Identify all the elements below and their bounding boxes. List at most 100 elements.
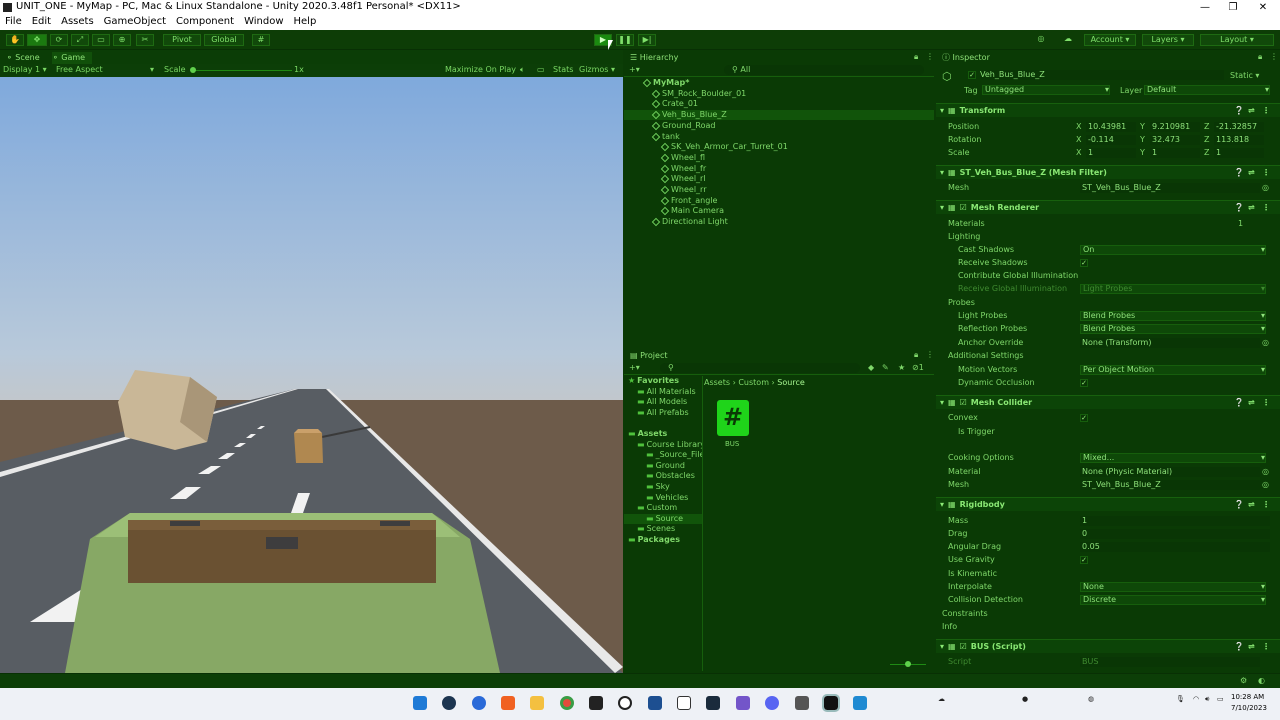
custom-tool-icon[interactable]: ✂ xyxy=(136,34,154,46)
menu-gameobject[interactable]: GameObject xyxy=(99,15,171,27)
gizmos-dropdown[interactable]: Gizmos ▾ xyxy=(579,65,615,74)
component-menu-icon[interactable]: ⋮ xyxy=(1262,396,1270,410)
help-icon[interactable]: ❔ xyxy=(1234,396,1244,410)
tab-scene[interactable]: ⚬ Scene xyxy=(6,52,44,64)
display-dropdown[interactable]: Display 1 ▾ xyxy=(3,65,47,74)
component-enabled-checkbox[interactable]: ☑ xyxy=(960,642,967,651)
project-folder-row[interactable]: ▬ All Materials xyxy=(624,387,702,397)
layer-dropdown[interactable]: Default ▾ xyxy=(1144,85,1270,95)
presets-icon[interactable]: ⇌ xyxy=(1248,396,1255,410)
tab-hierarchy[interactable]: ☰ Hierarchy xyxy=(630,52,678,64)
checkbox[interactable]: ✓ xyxy=(1080,259,1088,267)
value-dropdown[interactable]: Discrete ▾ xyxy=(1080,595,1266,605)
hierarchy-row[interactable]: Veh_Bus_Blue_Z xyxy=(624,110,934,121)
project-folder-row[interactable]: ▬ Sky xyxy=(624,482,702,492)
inspector-lock-icon[interactable]: 🔒︎ xyxy=(1258,52,1262,62)
maximize-button[interactable]: ❐ xyxy=(1218,0,1248,15)
value-dropdown[interactable]: Blend Probes ▾ xyxy=(1080,311,1266,321)
collab-icon[interactable]: ◎ xyxy=(1032,34,1050,46)
help-icon[interactable]: ❔ xyxy=(1234,104,1244,118)
project-folder-row[interactable]: ▬ Packages xyxy=(624,535,702,545)
help-icon[interactable]: ❔ xyxy=(1234,498,1244,512)
hierarchy-row[interactable]: SK_Veh_Armor_Car_Turret_01 xyxy=(624,142,934,152)
battery-icon[interactable]: ▭ xyxy=(1217,695,1227,705)
tab-game[interactable]: ⚬ Game xyxy=(52,52,92,64)
file-explorer-icon[interactable] xyxy=(530,696,544,710)
hierarchy-row[interactable]: Main Camera xyxy=(624,206,934,216)
pause-button[interactable]: ❚❚ xyxy=(616,34,634,46)
script-asset-name[interactable]: BUS xyxy=(725,440,739,448)
aspect-dropdown[interactable]: Free Aspect ▾ xyxy=(56,65,156,74)
menu-help[interactable]: Help xyxy=(289,15,322,27)
vscode-icon[interactable] xyxy=(853,696,867,710)
project-folder-row[interactable]: ▬_Source_Files xyxy=(624,450,702,460)
hierarchy-row[interactable]: Ground_Road xyxy=(624,121,934,131)
project-folder-row[interactable]: ▬ All Models xyxy=(624,397,702,407)
hand-tool-icon[interactable]: ✋ xyxy=(6,34,24,46)
unity-editor-icon[interactable] xyxy=(822,694,840,712)
value-dropdown[interactable]: Blend Probes ▾ xyxy=(1080,324,1266,334)
object-field[interactable]: ST_Veh_Bus_Blue_Z xyxy=(1080,480,1260,490)
foldout-arrow-icon[interactable]: ▾ xyxy=(940,168,944,177)
scale-tool-icon[interactable]: ⤢ xyxy=(71,34,89,46)
project-lock-icon[interactable]: 🔒︎ xyxy=(914,350,918,360)
tab-project[interactable]: ▤ Project xyxy=(630,350,667,362)
breadcrumb-custom[interactable]: Custom xyxy=(738,378,769,387)
rotate-tool-icon[interactable]: ⟳ xyxy=(50,34,68,46)
hierarchy-row[interactable]: SM_Rock_Boulder_01 xyxy=(624,89,934,99)
hierarchy-row[interactable]: Directional Light xyxy=(624,217,934,227)
checkbox[interactable]: ✓ xyxy=(1080,414,1088,422)
snap-grid-icon[interactable]: # xyxy=(252,34,270,46)
component-menu-icon[interactable]: ⋮ xyxy=(1262,498,1270,512)
layout-dropdown[interactable]: Layout ▾ xyxy=(1200,34,1274,46)
filter-label-icon[interactable]: ✎ xyxy=(882,363,889,372)
hierarchy-row[interactable]: Front_angle xyxy=(624,196,934,206)
layers-dropdown[interactable]: Layers ▾ xyxy=(1142,34,1194,46)
component-header[interactable]: ▾ ▦ ☑ Mesh Collider ❔ ⇌ ⋮ xyxy=(936,395,1280,409)
brave-icon[interactable] xyxy=(501,696,515,710)
value-dropdown[interactable]: None ▾ xyxy=(1080,582,1266,592)
volume-icon[interactable]: 🔊︎ xyxy=(1205,695,1215,705)
favorite-icon[interactable]: ★ xyxy=(898,363,905,372)
value-field[interactable]: 0.05 xyxy=(1080,542,1270,552)
script-asset-icon[interactable]: # xyxy=(717,400,749,436)
project-folder-row[interactable]: ▬ All Prefabs xyxy=(624,408,702,418)
transform-tool-icon[interactable]: ⊕ xyxy=(113,34,131,46)
mute-audio-icon[interactable]: 🔈︎ xyxy=(520,65,525,75)
clock-time[interactable]: 10:28 AM xyxy=(1231,693,1264,701)
bug-icon[interactable]: ⚙ xyxy=(1240,676,1247,685)
object-picker-icon[interactable]: ◎ xyxy=(1262,466,1269,478)
project-menu-icon[interactable]: ⋮ xyxy=(926,350,934,359)
monitor-icon[interactable]: ▭ xyxy=(537,65,545,74)
epic-games-icon[interactable] xyxy=(589,696,603,710)
stats-toggle[interactable]: Stats xyxy=(553,65,573,74)
photos-icon[interactable] xyxy=(648,696,662,710)
lock-icon[interactable]: 🔒︎ xyxy=(914,52,918,62)
inspector-menu-icon[interactable]: ⋮ xyxy=(1270,52,1278,61)
value-field[interactable]: 0 xyxy=(1080,529,1270,539)
presets-icon[interactable]: ⇌ xyxy=(1248,104,1255,118)
breadcrumb-source[interactable]: Source xyxy=(777,378,804,387)
tray-cloud-icon[interactable]: ☁ xyxy=(938,695,948,705)
game-viewport[interactable] xyxy=(0,77,623,673)
cloud-icon[interactable]: ☁ xyxy=(1058,34,1078,46)
active-checkbox[interactable]: ✓ xyxy=(968,71,976,79)
project-create-button[interactable]: +▾ xyxy=(629,363,640,372)
menu-file[interactable]: File xyxy=(0,15,27,27)
notion-icon[interactable] xyxy=(677,696,691,710)
vector-field-z[interactable]: -21.32857 xyxy=(1214,122,1264,132)
project-folder-row[interactable]: ▬ Obstacles xyxy=(624,471,702,481)
app-icon[interactable] xyxy=(736,696,750,710)
scale-slider-thumb[interactable] xyxy=(190,67,196,73)
menu-edit[interactable]: Edit xyxy=(27,15,56,27)
tab-inspector[interactable]: ⓘ Inspector xyxy=(942,52,990,64)
vector-field-y[interactable]: 1 xyxy=(1150,148,1200,158)
presets-icon[interactable]: ⇌ xyxy=(1248,640,1255,654)
hierarchy-row[interactable]: Wheel_rl xyxy=(624,174,934,184)
menu-window[interactable]: Window xyxy=(239,15,288,27)
object-picker-icon[interactable]: ◎ xyxy=(1262,182,1269,194)
chrome-icon[interactable] xyxy=(560,696,574,710)
vector-field-z[interactable]: 1 xyxy=(1214,148,1264,158)
search-app-icon[interactable] xyxy=(618,696,632,710)
project-folder-row[interactable]: ▬ Scenes xyxy=(624,524,702,534)
